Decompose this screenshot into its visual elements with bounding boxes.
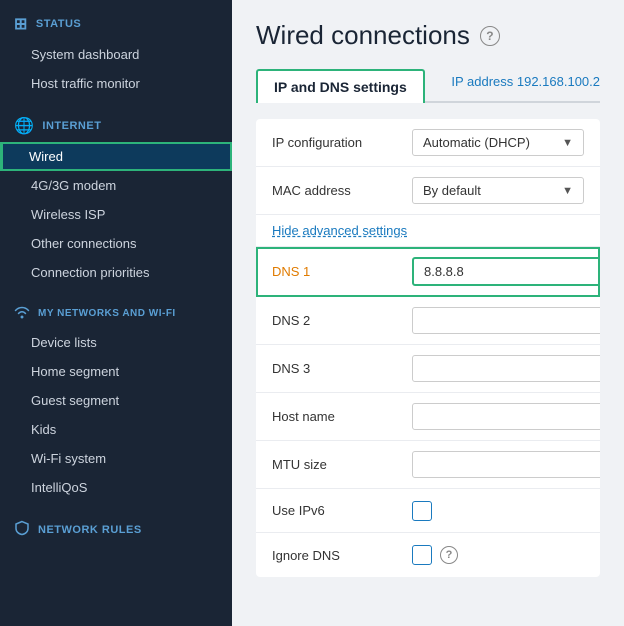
settings-row-mtu: MTU size	[256, 441, 600, 489]
dns1-input[interactable]	[412, 257, 600, 286]
mac-address-select[interactable]: By default ▼	[412, 177, 584, 204]
wifi-icon	[14, 305, 30, 322]
sidebar-section-internet: 🌐 INTERNET Wired 4G/3G modem Wireless IS…	[0, 102, 232, 291]
dns3-input[interactable]	[412, 355, 600, 382]
sidebar-section-status: ⊞ STATUS System dashboard Host traffic m…	[0, 0, 232, 102]
use-ipv6-control	[412, 501, 584, 521]
sidebar-item-home-segment[interactable]: Home segment	[0, 357, 232, 386]
dns2-control	[412, 307, 600, 334]
settings-row-dns1: DNS 1	[256, 247, 600, 297]
sidebar-item-intelliqos[interactable]: IntelliQoS	[0, 473, 232, 502]
hostname-label: Host name	[272, 409, 412, 424]
dns1-label: DNS 1	[272, 264, 412, 279]
sidebar-section-header-networks: MY NETWORKS AND WI-FI	[0, 305, 232, 328]
hostname-input[interactable]	[412, 403, 600, 430]
ignore-dns-help-button[interactable]: ?	[440, 546, 458, 564]
tab-bar: IP and DNS settings IP address 192.168.1…	[256, 69, 600, 103]
settings-panel: IP configuration Automatic (DHCP) ▼ MAC …	[256, 119, 600, 577]
ip-address-display: IP address 192.168.100.2	[451, 74, 600, 97]
ip-configuration-label: IP configuration	[272, 135, 412, 150]
sidebar-item-other-connections[interactable]: Other connections	[0, 229, 232, 258]
mac-address-chevron-icon: ▼	[562, 185, 573, 197]
settings-row-dns2: DNS 2	[256, 297, 600, 345]
mac-address-label: MAC address	[272, 183, 412, 198]
mtu-input[interactable]	[412, 451, 600, 478]
dns3-control	[412, 355, 600, 382]
sidebar-section-header-status: ⊞ STATUS	[0, 14, 232, 40]
sidebar-section-network-rules: NETWORK RULES	[0, 506, 232, 549]
shield-icon	[14, 520, 30, 539]
hostname-control	[412, 403, 600, 430]
mtu-label: MTU size	[272, 457, 412, 472]
sidebar-item-wifi-system[interactable]: Wi-Fi system	[0, 444, 232, 473]
main-content: Wired connections ? IP and DNS settings …	[232, 0, 624, 626]
ignore-dns-label: Ignore DNS	[272, 548, 412, 563]
ip-configuration-control: Automatic (DHCP) ▼	[412, 129, 584, 156]
dns2-label: DNS 2	[272, 313, 412, 328]
sidebar-item-wired[interactable]: Wired	[0, 142, 232, 171]
mac-address-control: By default ▼	[412, 177, 584, 204]
ignore-dns-checkbox[interactable]	[412, 545, 432, 565]
settings-row-dns3: DNS 3	[256, 345, 600, 393]
title-help-button[interactable]: ?	[480, 26, 500, 46]
advanced-settings-link[interactable]: Hide advanced settings	[256, 215, 600, 247]
settings-row-ignore-dns: Ignore DNS ?	[256, 533, 600, 577]
ip-configuration-select[interactable]: Automatic (DHCP) ▼	[412, 129, 584, 156]
settings-row-mac-address: MAC address By default ▼	[256, 167, 600, 215]
sidebar-item-guest-segment[interactable]: Guest segment	[0, 386, 232, 415]
settings-row-ip-configuration: IP configuration Automatic (DHCP) ▼	[256, 119, 600, 167]
use-ipv6-checkbox[interactable]	[412, 501, 432, 521]
settings-row-hostname: Host name	[256, 393, 600, 441]
dns3-label: DNS 3	[272, 361, 412, 376]
sidebar-item-host-traffic-monitor[interactable]: Host traffic monitor	[0, 69, 232, 98]
status-grid-icon: ⊞	[14, 14, 28, 34]
use-ipv6-label: Use IPv6	[272, 503, 412, 518]
sidebar: ⊞ STATUS System dashboard Host traffic m…	[0, 0, 232, 626]
sidebar-item-kids[interactable]: Kids	[0, 415, 232, 444]
internet-globe-icon: 🌐	[14, 116, 34, 136]
sidebar-item-connection-priorities[interactable]: Connection priorities	[0, 258, 232, 287]
sidebar-item-4g3g-modem[interactable]: 4G/3G modem	[0, 171, 232, 200]
ignore-dns-control: ?	[412, 545, 584, 565]
settings-row-use-ipv6: Use IPv6	[256, 489, 600, 533]
dns1-control	[412, 257, 600, 286]
ip-config-chevron-icon: ▼	[562, 137, 573, 149]
sidebar-section-header-internet: 🌐 INTERNET	[0, 116, 232, 142]
tab-ip-dns-settings[interactable]: IP and DNS settings	[256, 69, 425, 103]
sidebar-section-networks: MY NETWORKS AND WI-FI Device lists Home …	[0, 291, 232, 506]
sidebar-item-wireless-isp[interactable]: Wireless ISP	[0, 200, 232, 229]
page-title: Wired connections ?	[256, 20, 600, 51]
sidebar-item-device-lists[interactable]: Device lists	[0, 328, 232, 357]
dns2-input[interactable]	[412, 307, 600, 334]
mtu-control	[412, 451, 600, 478]
sidebar-section-header-network-rules: NETWORK RULES	[0, 520, 232, 545]
sidebar-item-system-dashboard[interactable]: System dashboard	[0, 40, 232, 69]
